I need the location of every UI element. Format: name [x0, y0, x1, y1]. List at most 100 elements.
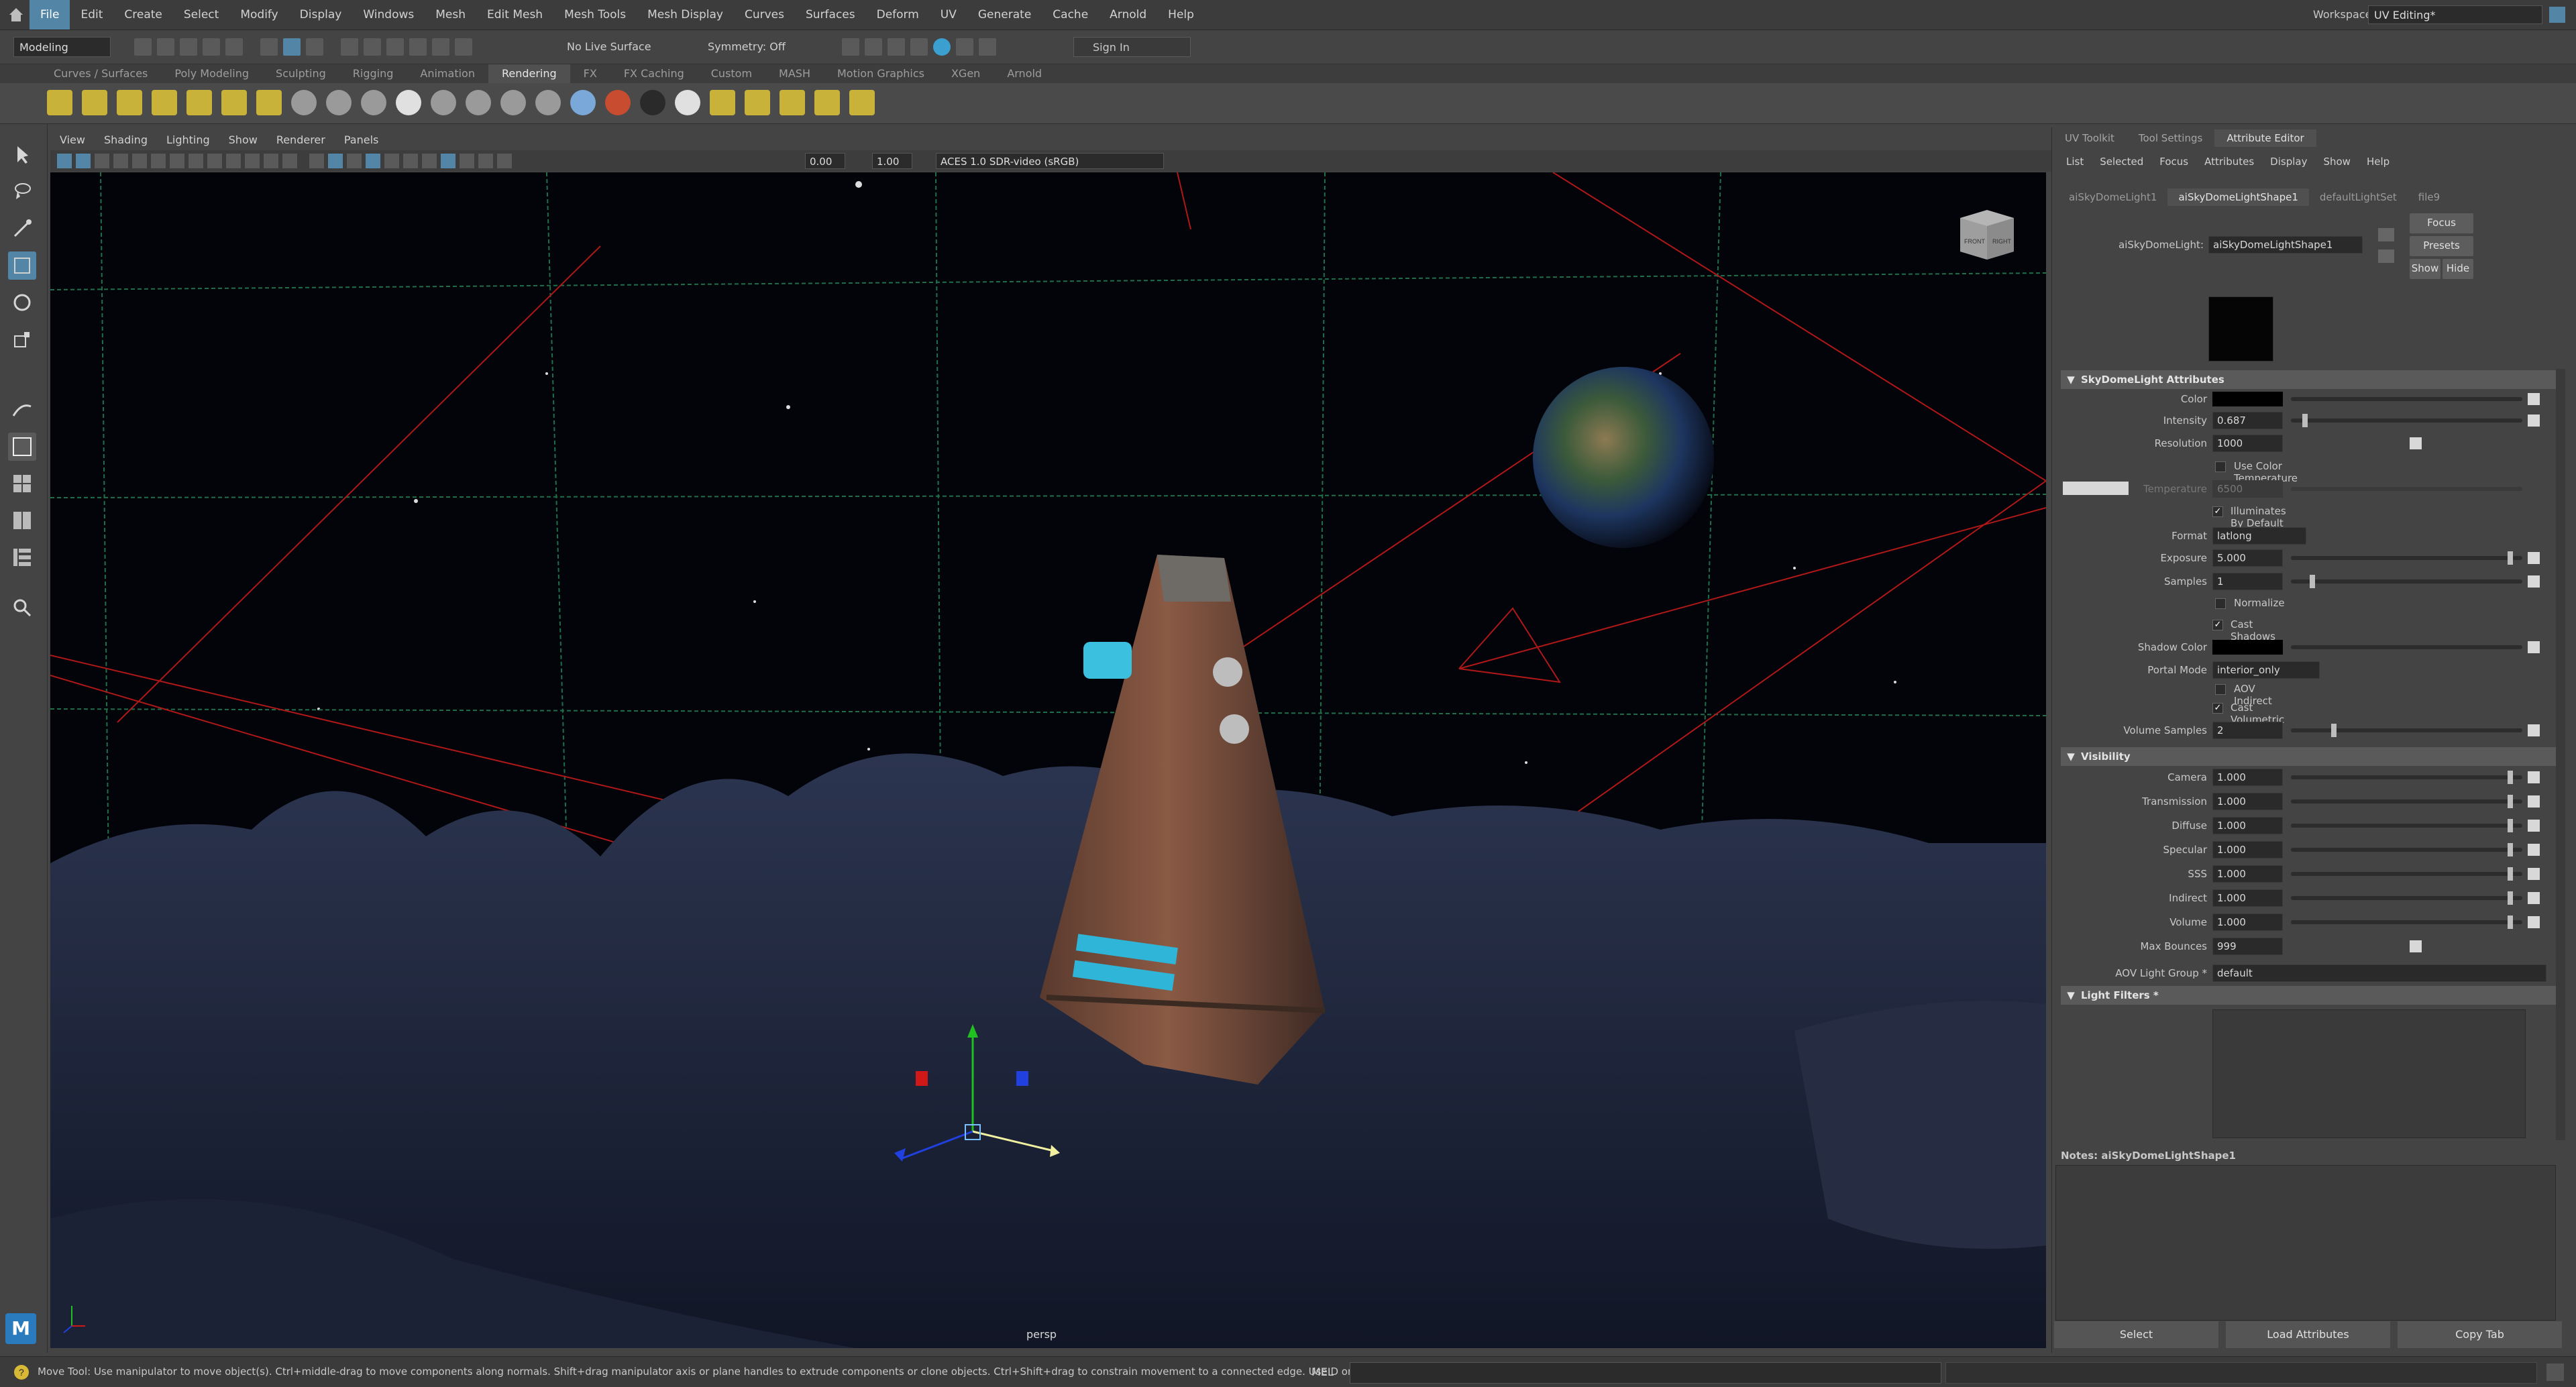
intensity-slider-thumb[interactable] [2302, 414, 2308, 427]
color-transform-select[interactable]: ACES 1.0 SDR-video (sRGB) [936, 153, 1164, 169]
portal-mode-select[interactable]: interior_only [2212, 661, 2320, 679]
viewport-menu-renderer[interactable]: Renderer [267, 131, 335, 149]
node-tab-aiskydomelight1[interactable]: aiSkyDomeLight1 [2058, 188, 2167, 206]
gate-mask-icon[interactable] [226, 154, 241, 168]
shader-dark-grey-icon[interactable] [431, 90, 456, 115]
samples-slider[interactable] [2291, 579, 2522, 584]
save-scene-icon[interactable] [180, 38, 197, 56]
ae-menu-display[interactable]: Display [2262, 153, 2315, 170]
menu-file[interactable]: File [30, 0, 70, 30]
ipr-render-icon[interactable] [865, 38, 882, 56]
samples-texture-icon[interactable] [2528, 575, 2540, 588]
visibility-diffuse-field[interactable]: 1.000 [2212, 817, 2283, 834]
menu-cache[interactable]: Cache [1042, 0, 1099, 30]
shader-white-icon[interactable] [396, 90, 421, 115]
resolution-field[interactable]: 1000 [2212, 435, 2283, 452]
ae-menu-selected[interactable]: Selected [2092, 153, 2151, 170]
visibility-sss-texture-icon[interactable] [2528, 868, 2540, 880]
exposure-icon[interactable] [497, 154, 512, 168]
color-swatch[interactable] [2212, 392, 2283, 406]
outliner-layout-icon[interactable] [8, 543, 36, 571]
two-view-layout-icon[interactable] [8, 506, 36, 535]
menu-arnold[interactable]: Arnold [1099, 0, 1157, 30]
shelf-tab-fx[interactable]: FX [570, 64, 610, 83]
spot-light-icon[interactable] [82, 90, 107, 115]
normalize-checkbox[interactable] [2215, 598, 2226, 609]
visibility-transmission-slider[interactable] [2291, 799, 2522, 803]
film-gate-icon[interactable] [189, 154, 203, 168]
pause-icon[interactable] [979, 38, 996, 56]
exposure-field[interactable]: 0.00 [805, 153, 845, 169]
workspace-select[interactable]: UV Editing* [2368, 5, 2542, 24]
wireframe-on-shaded-icon[interactable] [347, 154, 362, 168]
safe-title-icon[interactable] [282, 154, 297, 168]
layout-icon[interactable] [2549, 7, 2565, 23]
render-settings-icon[interactable] [888, 38, 905, 56]
viewport-menu-shading[interactable]: Shading [95, 131, 157, 149]
volume-samples-texture-icon[interactable] [2528, 724, 2540, 736]
mel-label[interactable]: MEL [1311, 1357, 1334, 1387]
attribute-scrollbar[interactable] [2556, 369, 2565, 1140]
copy-tab-button[interactable]: Copy Tab [2398, 1321, 2562, 1348]
shelf-tab-rendering[interactable]: Rendering [488, 64, 570, 83]
camera-attributes-icon[interactable] [76, 154, 91, 168]
node-tab-file9[interactable]: file9 [2408, 188, 2451, 206]
tab-attribute-editor[interactable]: Attribute Editor [2214, 129, 2316, 147]
script-editor-icon[interactable] [2546, 1364, 2564, 1381]
symmetry-field[interactable]: Symmetry: Off [708, 37, 786, 57]
utility-icon[interactable] [814, 90, 840, 115]
home-icon[interactable] [7, 5, 25, 24]
2d-pan-zoom-icon[interactable] [132, 154, 147, 168]
visibility-indirect-texture-icon[interactable] [2528, 892, 2540, 904]
shelf-tab-mash[interactable]: MASH [765, 64, 824, 83]
visibility-sss-slider[interactable] [2291, 872, 2522, 876]
menu-curves[interactable]: Curves [734, 0, 795, 30]
shelf-tab-curves-surfaces[interactable]: Curves / Surfaces [40, 64, 161, 83]
render-frame-icon[interactable] [842, 38, 859, 56]
menu-uv[interactable]: UV [930, 0, 967, 30]
shadow-color-slider[interactable] [2291, 645, 2522, 649]
snap-curve-icon[interactable] [364, 38, 381, 56]
smooth-shade-icon[interactable] [328, 154, 343, 168]
visibility-transmission-slider-thumb[interactable] [2508, 795, 2513, 808]
max-bounces-field[interactable]: 999 [2212, 938, 2283, 955]
shelf-tab-rigging[interactable]: Rigging [339, 64, 407, 83]
texture-icon[interactable] [745, 90, 770, 115]
menu-mesh-tools[interactable]: Mesh Tools [553, 0, 637, 30]
menu-mesh[interactable]: Mesh [425, 0, 476, 30]
visibility-transmission-texture-icon[interactable] [2528, 795, 2540, 808]
shader-white-sphere-icon[interactable] [675, 90, 700, 115]
visibility-sss-slider-thumb[interactable] [2508, 867, 2513, 881]
viewport-menu-view[interactable]: View [50, 131, 95, 149]
safe-action-icon[interactable] [264, 154, 278, 168]
samples-field[interactable]: 1 [2212, 573, 2283, 590]
exposure-texture-icon[interactable] [2528, 552, 2540, 564]
image-plane-icon[interactable] [113, 154, 128, 168]
volume-samples-field[interactable]: 2 [2212, 722, 2283, 739]
visibility-specular-field[interactable]: 1.000 [2212, 841, 2283, 858]
select-tool-icon[interactable] [8, 141, 36, 169]
view-cube[interactable]: FRONT RIGHT [1953, 205, 2021, 265]
cast-vol-shadows-checkbox[interactable]: ✓ [2212, 703, 2223, 714]
hide-button[interactable]: Hide [2443, 259, 2473, 279]
lasso-tool-icon[interactable] [8, 178, 36, 206]
paint-select-tool-icon[interactable] [8, 215, 36, 243]
hypershade-icon[interactable] [910, 38, 928, 56]
grease-pencil-icon[interactable] [151, 154, 166, 168]
menu-display[interactable]: Display [289, 0, 353, 30]
xray-icon[interactable] [460, 154, 474, 168]
menu-deform[interactable]: Deform [866, 0, 930, 30]
undo-icon[interactable] [203, 38, 220, 56]
tab-uv-toolkit[interactable]: UV Toolkit [2053, 129, 2127, 147]
snap-vertex-icon[interactable] [455, 38, 472, 56]
show-button[interactable]: Show [2410, 259, 2440, 279]
visibility-indirect-slider-thumb[interactable] [2508, 891, 2513, 905]
exposure-slider-thumb[interactable] [2508, 551, 2513, 565]
node-input-icon[interactable] [2378, 249, 2394, 263]
snap-view-icon[interactable] [409, 38, 427, 56]
shelf-tab-sculpting[interactable]: Sculpting [262, 64, 339, 83]
open-scene-icon[interactable] [157, 38, 174, 56]
tab-tool-settings[interactable]: Tool Settings [2127, 129, 2214, 147]
select-camera-icon[interactable] [57, 154, 72, 168]
select-hierarchy-icon[interactable] [260, 38, 278, 56]
